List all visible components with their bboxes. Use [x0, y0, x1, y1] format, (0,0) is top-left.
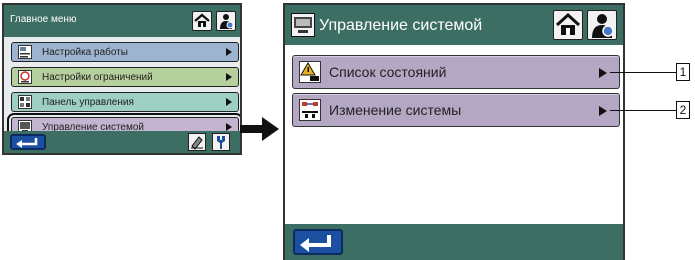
limits-settings-icon: [18, 70, 32, 84]
user-settings-button[interactable]: [587, 10, 617, 40]
control-panel-icon: [18, 95, 32, 109]
chevron-right-icon: [226, 123, 232, 131]
menu-item-control-panel[interactable]: Панель управления: [11, 92, 239, 112]
bottom-bar: [4, 131, 240, 153]
bottom-bar: [285, 224, 623, 260]
return-arrow-icon: [16, 138, 38, 148]
chevron-right-icon: [226, 48, 232, 56]
menu-item-limits-settings[interactable]: Настройки ограничений: [11, 67, 239, 87]
notes-button[interactable]: [188, 133, 206, 151]
menu-item-label: Настройка работы: [42, 47, 128, 58]
main-menu-screen: Главное меню Настройка работы Настройки …: [2, 3, 242, 155]
chevron-right-icon: [226, 73, 232, 81]
system-change-icon: [299, 99, 321, 121]
work-settings-icon: [18, 45, 32, 59]
callout-label-2: 2: [676, 101, 690, 119]
back-button[interactable]: [10, 134, 46, 150]
callout-line-1: [610, 72, 676, 73]
menu-item-label: Панель управления: [42, 97, 134, 108]
menu-item-system-change[interactable]: Изменение системы: [292, 93, 620, 127]
menu-item-work-settings[interactable]: Настройка работы: [11, 42, 239, 62]
menu-item-label: Настройки ограничений: [42, 72, 153, 83]
back-button[interactable]: [293, 229, 343, 255]
chevron-right-icon: [599, 68, 607, 78]
user-gear-icon: [220, 14, 234, 29]
home-icon: [194, 13, 210, 27]
navigation-arrow: [240, 117, 279, 141]
user-settings-button[interactable]: [216, 11, 236, 31]
callout-line-2: [610, 110, 676, 111]
screen-title: Главное меню: [10, 14, 77, 25]
warning-status-icon: [299, 61, 321, 83]
return-arrow-icon: [300, 235, 331, 252]
wrench-icon: [217, 136, 225, 149]
user-gear-icon: [592, 14, 614, 38]
chevron-right-icon: [226, 98, 232, 106]
menu-item-label: Изменение системы: [329, 102, 462, 118]
title-bar: Главное меню: [4, 5, 240, 37]
help-button[interactable]: [212, 133, 230, 151]
home-button[interactable]: [553, 10, 583, 40]
chevron-right-icon: [599, 106, 607, 116]
home-icon: [555, 12, 581, 35]
notepad-icon: [191, 136, 203, 150]
system-management-screen: Управление системой Список состояний Изм…: [283, 3, 625, 260]
callout-label-1: 1: [676, 63, 690, 81]
menu-item-label: Список состояний: [329, 64, 447, 80]
screen-title: Управление системой: [319, 17, 483, 34]
title-bar: Управление системой: [285, 5, 623, 45]
menu-item-status-list[interactable]: Список состояний: [292, 55, 620, 89]
system-management-icon: [291, 13, 315, 37]
home-button[interactable]: [192, 11, 212, 31]
